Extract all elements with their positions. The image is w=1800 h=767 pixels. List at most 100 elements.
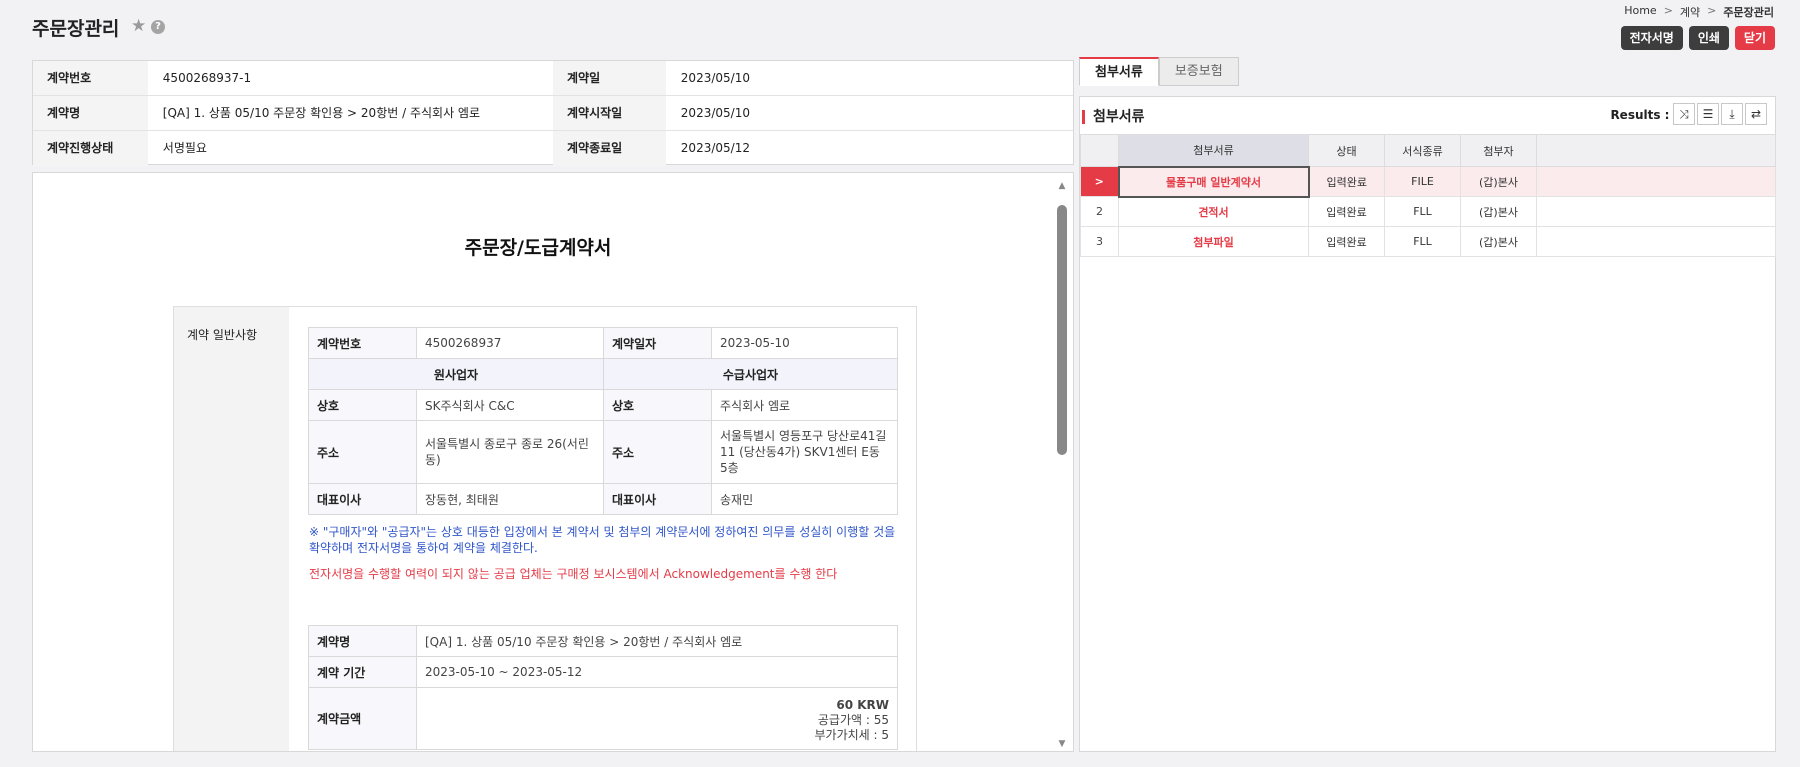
breadcrumb-current: 주문장관리 [1723,6,1774,19]
supplier-address: 서울특별시 영등포구 당산로41길 11 (당산동4가) SKV1센터 E동 5… [711,420,898,484]
document-viewer[interactable]: 주문장/도급계약서 계약 일반사항 계약번호 4500268937 계약일자 2… [32,172,1074,752]
attachment-tabs: 첨부서류 보증보험 [1079,57,1239,86]
attachment-name-link[interactable]: 물품구매 일반계약서 [1117,165,1310,198]
start-date-label: 계약시작일 [553,96,666,130]
contract-date-value: 2023/05/10 [680,71,750,85]
company-label: 상호 [603,389,712,421]
row-attacher: (갑)본사 [1460,196,1537,227]
status-value: 서명필요 [162,141,207,155]
row-attacher: (갑)본사 [1460,226,1537,257]
section-side [174,307,289,751]
amount-cell: 60 KRW 공급가액 : 55 부가가치세 : 5 [416,687,898,750]
column-header-attachment[interactable]: 첨부서류 [1118,134,1309,167]
ceo-label: 대표이사 [603,483,712,515]
tab-attachments[interactable]: 첨부서류 [1079,57,1159,86]
column-header-attacher[interactable]: 첨부자 [1460,134,1537,167]
supplier-ceo: 송재민 [711,483,898,515]
row-type: FILE [1384,166,1461,197]
info-row: 계약명 [QA] 1. 상품 05/10 주문장 확인용 > 20항번 / 주식… [33,96,1073,131]
e-sign-button[interactable]: 전자서명 [1620,26,1683,50]
ceo-label: 대표이사 [308,483,417,515]
scroll-down-icon[interactable]: ▼ [1055,739,1069,751]
contract-no-value: 4500268937 [416,327,604,359]
help-icon[interactable]: ? [151,20,165,34]
column-header-status[interactable]: 상태 [1308,134,1385,167]
close-button[interactable]: 닫기 [1734,26,1775,50]
attachment-name-link[interactable]: 첨부파일 [1118,226,1309,257]
grid-toolbar: ⤨ ☰ ⤓ ⇄ [1673,103,1767,125]
period-label: 계약 기간 [308,656,417,688]
amount-total: 60 KRW [836,698,889,712]
print-button[interactable]: 인쇄 [1688,26,1729,50]
table-row[interactable]: 2 견적서 입력완료 FLL (갑)본사 [1080,196,1776,227]
info-row: 계약진행상태 서명필요 계약종료일 2023/05/12 [33,131,1073,166]
address-label: 주소 [603,420,712,484]
amount-vat: 부가가치세 : 5 [814,728,889,742]
table-row[interactable]: 3 첨부파일 입력완료 FLL (갑)본사 [1080,226,1776,257]
end-date-value: 2023/05/12 [680,141,750,155]
row-empty [1536,166,1776,197]
contract-detail-table: 계약명 [QA] 1. 상품 05/10 주문장 확인용 > 20항번 / 주식… [308,625,898,750]
table-row[interactable]: > 물품구매 일반계약서 입력완료 FILE (갑)본사 [1080,165,1776,198]
end-date-label: 계약종료일 [553,131,666,166]
breadcrumb-contract[interactable]: 계약 [1680,4,1700,20]
row-attacher: (갑)본사 [1460,166,1537,197]
row-status: 입력완료 [1308,226,1385,257]
contract-no-label: 계약번호 [308,327,417,359]
breadcrumb-home[interactable]: Home [1624,4,1656,20]
contract-date-value: 2023-05-10 [711,327,898,359]
tab-guarantee-insurance[interactable]: 보증보험 [1158,57,1239,86]
row-status: 입력완료 [1308,166,1385,197]
page-title: 주문장관리 [32,18,120,40]
row-index: 2 [1080,196,1119,227]
contract-no-value: 4500268937-1 [162,71,252,85]
contract-name-value: [QA] 1. 상품 05/10 주문장 확인용 > 20항번 / 주식회사 엠… [162,106,480,120]
scrollbar[interactable]: ▲ ▼ [1055,181,1069,751]
panel-title: 첨부서류 [1082,110,1145,124]
results-count: Results : 3 [1610,108,1682,122]
refresh-icon[interactable]: ⇄ [1745,103,1767,125]
shuffle-icon[interactable]: ⤨ [1673,103,1695,125]
row-status: 입력완료 [1308,196,1385,227]
buyer-company: SK주식회사 C&C [416,389,604,421]
breadcrumb: Home > 계약 > 주문장관리 [1624,4,1774,20]
info-row: 계약번호 4500268937-1 계약일 2023/05/10 [33,61,1073,96]
scroll-thumb[interactable] [1057,205,1067,455]
row-empty [1536,226,1776,257]
amount-label: 계약금액 [308,687,417,750]
document-title: 주문장/도급계약서 [464,237,612,259]
top-buttons: 전자서명 인쇄 닫기 [1620,26,1775,50]
acknowledgement-notice: 전자서명을 수행할 여력이 되지 않는 공급 업체는 구매정 보시스템에서 Ac… [309,567,838,581]
list-icon[interactable]: ☰ [1697,103,1719,125]
buyer-address: 서울특별시 종로구 종로 26(서린동) [416,420,604,484]
download-icon[interactable]: ⤓ [1721,103,1743,125]
status-label: 계약진행상태 [33,131,148,166]
section-label: 계약 일반사항 [187,328,258,342]
contract-name-label: 계약명 [308,625,417,657]
amount-supply: 공급가액 : 55 [817,713,889,727]
star-icon[interactable]: ★ [131,16,146,36]
period-value: 2023-05-10 ~ 2023-05-12 [416,656,898,688]
column-header-empty [1536,134,1776,167]
chevron-right-icon: > [1707,4,1717,17]
row-type: FLL [1384,196,1461,227]
contract-date-label: 계약일자 [603,327,712,359]
parties-table: 계약번호 4500268937 계약일자 2023-05-10 원사업자 수급사… [308,327,898,515]
contract-date-label: 계약일 [553,61,666,95]
address-label: 주소 [308,420,417,484]
attachment-name-link[interactable]: 견적서 [1118,196,1309,227]
index-column-header [1080,134,1119,167]
scroll-up-icon[interactable]: ▲ [1055,181,1069,193]
chevron-right-icon: > [1663,4,1673,17]
row-empty [1536,196,1776,227]
attachments-panel: 첨부서류 Results : 3 ⤨ ☰ ⤓ ⇄ 첨부서류 상태 서식종류 첨부… [1079,96,1776,752]
supplier-header: 수급사업자 [603,358,898,390]
contract-info-table: 계약번호 4500268937-1 계약일 2023/05/10 계약명 [QA… [32,60,1074,166]
column-header-type[interactable]: 서식종류 [1384,134,1461,167]
contract-name-label: 계약명 [33,96,148,130]
attachments-grid: 첨부서류 상태 서식종류 첨부자 > 물품구매 일반계약서 입력완료 FILE … [1080,134,1776,257]
row-index: 3 [1080,226,1119,257]
buyer-ceo: 장동현, 최태원 [416,483,604,515]
row-index: > [1080,166,1119,197]
agreement-notice: ※ "구매자"와 "공급자"는 상호 대등한 입장에서 본 계약서 및 첨부의 … [309,525,896,555]
